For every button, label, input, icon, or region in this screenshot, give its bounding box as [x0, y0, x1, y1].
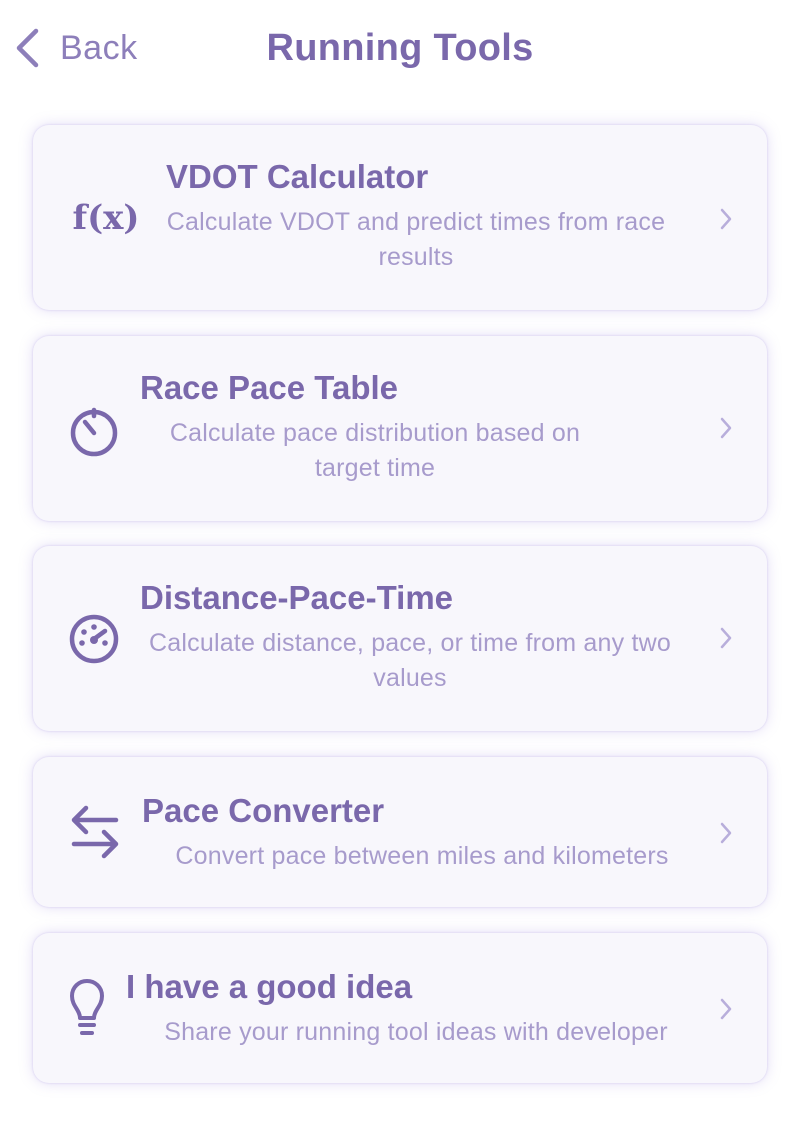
tool-card-race-pace-table[interactable]: Race Pace Table Calculate pace distribut… [33, 336, 767, 521]
swap-arrows-icon [67, 801, 123, 863]
tool-card-good-idea[interactable]: I have a good idea Share your running to… [33, 933, 767, 1083]
tool-text-pace-converter: Pace Converter Convert pace between mile… [142, 791, 702, 874]
function-icon: f(x) [67, 195, 145, 241]
chevron-right-icon [720, 208, 732, 230]
navigation-bar: Back Running Tools [0, 0, 800, 100]
chevron-right-icon [720, 627, 732, 649]
chevron-right-icon [720, 822, 732, 844]
tool-card-vdot-calculator[interactable]: f(x) VDOT Calculator Calculate VDOT and … [33, 125, 767, 310]
tool-title: Pace Converter [142, 792, 385, 829]
tool-description: Calculate pace distribution based on tar… [169, 419, 581, 482]
tool-description: Calculate distance, pace, or time from a… [149, 629, 671, 692]
tool-text-vdot-calculator: VDOT Calculator Calculate VDOT and predi… [166, 157, 666, 275]
tool-description: Share your running tool ideas with devel… [164, 1018, 668, 1046]
chevron-right-icon [720, 417, 732, 439]
lightbulb-icon [67, 977, 107, 1041]
tool-title: Race Pace Table [140, 369, 399, 406]
page-title: Running Tools [266, 27, 534, 69]
tool-text-distance-pace-time: Distance-Pace-Time Calculate distance, p… [140, 578, 680, 696]
tool-description: Calculate VDOT and predict times from ra… [166, 208, 666, 271]
speedometer-icon [67, 612, 121, 666]
tool-card-distance-pace-time[interactable]: Distance-Pace-Time Calculate distance, p… [33, 546, 767, 731]
tool-title: VDOT Calculator [166, 158, 429, 195]
tool-text-race-pace-table: Race Pace Table Calculate pace distribut… [140, 368, 610, 486]
tool-title: I have a good idea [126, 968, 413, 1005]
function-icon-glyph: f(x) [72, 198, 140, 238]
chevron-right-icon [720, 998, 732, 1020]
tool-text-good-idea: I have a good idea Share your running to… [126, 967, 706, 1050]
running-tools-screen: Back Running Tools f(x) VDOT Calculator … [0, 0, 800, 1122]
tool-card-pace-converter[interactable]: Pace Converter Convert pace between mile… [33, 757, 767, 907]
tool-description: Convert pace between miles and kilometer… [175, 842, 669, 870]
tool-title: Distance-Pace-Time [140, 579, 454, 616]
stopwatch-icon [67, 404, 121, 458]
